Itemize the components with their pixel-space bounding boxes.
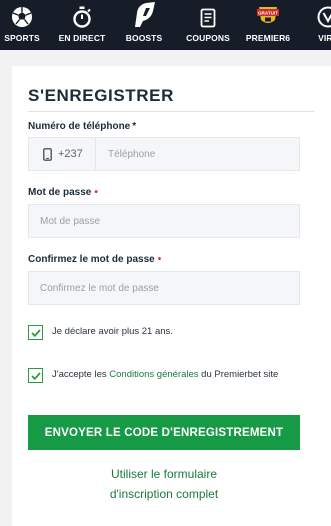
password-input[interactable]: Mot de passe xyxy=(28,204,300,238)
boost-arrow-icon xyxy=(132,0,156,28)
phone-prefix[interactable]: +237 xyxy=(29,138,96,170)
terms-text-before: J'accepte les xyxy=(52,369,110,380)
nav-label: SPORTS xyxy=(4,33,40,43)
terms-link[interactable]: Conditions générales xyxy=(109,369,198,380)
age-consent-text: Je déclare avoir plus 21 ans. xyxy=(52,326,173,337)
phone-input[interactable]: Téléphone xyxy=(96,149,155,160)
checkmark-icon xyxy=(30,328,41,337)
terms-consent-text: J'accepte les Conditions générales du Pr… xyxy=(52,368,292,382)
alt-link-line2: d'inscription complet xyxy=(109,487,219,501)
virtual-icon xyxy=(317,0,331,28)
nav-label: COUPONS xyxy=(186,33,230,43)
age-consent-row: Je déclare avoir plus 21 ans. xyxy=(28,325,173,340)
premier6-badge-text: GRATUIT xyxy=(258,11,278,16)
password-label-text: Mot de passe xyxy=(28,187,92,198)
nav-label: VIRT xyxy=(318,33,331,43)
nav-item-virt[interactable]: VIRT xyxy=(308,0,331,50)
phone-label: Numéro de téléphone * xyxy=(28,121,136,132)
required-mark: • xyxy=(94,187,98,198)
registration-form: S'ENREGISTRER Numéro de téléphone * +237 … xyxy=(12,66,331,526)
terms-checkbox[interactable] xyxy=(28,368,43,383)
nav-label: EN DIRECT xyxy=(58,33,106,43)
required-mark: • xyxy=(157,254,162,265)
password-placeholder: Mot de passe xyxy=(40,215,101,227)
nav-item-en-direct[interactable]: EN DIRECT xyxy=(56,0,108,50)
password-label: Mot de passe • xyxy=(28,187,98,198)
age-checkbox[interactable] xyxy=(28,325,43,340)
terms-text-after: du Premierbet site xyxy=(198,369,279,380)
confirm-password-label: Confirmez le mot de passe • xyxy=(28,254,161,265)
phone-prefix-value: +237 xyxy=(58,148,83,160)
form-title: S'ENREGISTRER xyxy=(28,86,174,105)
nav-item-premier6[interactable]: GRATUIT PREMIER6 xyxy=(246,0,290,50)
confirm-label-text: Confirmez le mot de passe xyxy=(28,254,155,265)
confirm-placeholder: Confirmez le mot de passe xyxy=(40,282,159,294)
required-mark: * xyxy=(132,121,137,132)
checkmark-icon xyxy=(30,371,41,380)
mobile-phone-icon xyxy=(43,147,52,161)
confirm-password-input[interactable]: Confirmez le mot de passe xyxy=(28,271,300,305)
phone-label-text: Numéro de téléphone xyxy=(28,121,131,132)
full-registration-link[interactable]: Utiliser le formulaire d'inscription com… xyxy=(28,464,300,504)
nav-label: BOOSTS xyxy=(125,33,163,43)
nav-label: PREMIER6 xyxy=(245,33,291,43)
send-registration-code-button[interactable]: ENVOYER LE CODE D'ENREGISTREMENT xyxy=(28,415,300,450)
terms-consent-row: J'accepte les Conditions générales du Pr… xyxy=(28,368,292,383)
phone-field[interactable]: +237 Téléphone xyxy=(28,137,300,171)
premier6-badge-icon: GRATUIT xyxy=(256,0,280,28)
title-divider xyxy=(28,111,315,112)
top-navigation: SPORTS EN DIRECT BOOSTS COUPONS GRATUIT … xyxy=(0,0,331,50)
nav-item-boosts[interactable]: BOOSTS xyxy=(124,0,164,50)
alt-link-line1: Utiliser le formulaire xyxy=(110,467,218,481)
nav-item-sports[interactable]: SPORTS xyxy=(0,0,44,50)
stopwatch-icon xyxy=(72,0,92,28)
nav-item-coupons[interactable]: COUPONS xyxy=(183,0,233,50)
coupon-icon xyxy=(200,0,216,28)
soccer-ball-icon xyxy=(11,0,33,28)
